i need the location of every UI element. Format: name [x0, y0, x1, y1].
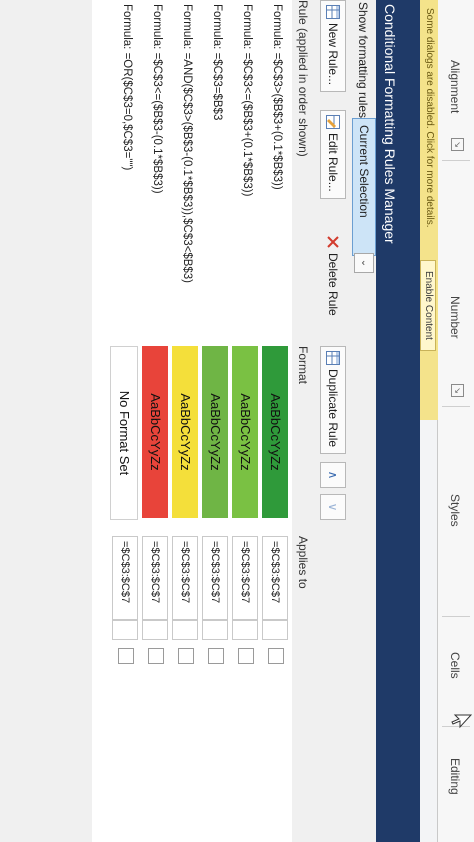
- notification-bar: Some dialogs are disabled. Click for mor…: [420, 0, 438, 420]
- range-select-icon[interactable]: [262, 620, 288, 640]
- rule-row[interactable]: Formula: =AND($C$3>($B$3-(0.1*$B$3)),$C$…: [170, 0, 200, 842]
- applies-to-field[interactable]: =$C$3:$C$7: [142, 536, 168, 620]
- mouse-pointer-icon: [451, 714, 472, 729]
- ribbon-divider: [442, 160, 470, 161]
- enable-content-button[interactable]: Enable Content: [420, 260, 436, 351]
- stop-if-true-checkbox[interactable]: [178, 648, 194, 664]
- ribbon-divider: [442, 406, 470, 407]
- dialog-body: Show formatting rules for: Current Selec…: [0, 0, 376, 842]
- range-select-icon[interactable]: [232, 620, 258, 640]
- applies-to-column-header: Applies to: [296, 536, 310, 589]
- new-rule-button[interactable]: New Rule...: [320, 0, 346, 93]
- applies-to-field[interactable]: =$C$3:$C$7: [172, 536, 198, 620]
- rule-row[interactable]: Formula: =$C$3<=($B$3+(0.1*$B$3)) AaBbCc…: [230, 0, 260, 842]
- ribbon-group-styles[interactable]: Styles: [448, 494, 462, 527]
- rule-column-header: Rule (applied in order shown): [296, 0, 310, 157]
- format-preview: AaBbCcYyZz: [142, 346, 168, 518]
- format-column-header: Format: [296, 346, 310, 385]
- stop-if-true-checkbox[interactable]: [148, 648, 164, 664]
- rules-list: Formula: =$C$3>($B$3+(0.1*$B$3)) AaBbCcY…: [92, 0, 292, 842]
- rule-formula: Formula: =$C$3=$B$3: [211, 4, 223, 121]
- rule-formula: Formula: =$C$3<=($B$3-(0.1*$B$3)): [151, 4, 163, 194]
- dialog-launcher-icon[interactable]: ↘: [451, 384, 464, 397]
- dialog-titlebar[interactable]: Conditional Formatting Rules Manager: [376, 0, 420, 842]
- delete-rule-label: Delete Rule: [326, 253, 340, 316]
- new-rule-label: New Rule...: [326, 23, 340, 86]
- ribbon-divider: [442, 616, 470, 617]
- photo-scene: Alignment ↘ Number ↘ Styles Cells Editin…: [0, 0, 474, 842]
- rule-formula: Formula: =AND($C$3>($B$3-(0.1*$B$3)),$C$…: [181, 4, 193, 284]
- rule-formula: Formula: =OR($C$3=0,$C$3=""): [121, 4, 133, 171]
- applies-to-field[interactable]: =$C$3:$C$7: [202, 536, 228, 620]
- format-preview: AaBbCcYyZz: [202, 346, 228, 518]
- ribbon-group-alignment[interactable]: Alignment: [448, 60, 462, 113]
- format-preview: AaBbCcYyZz: [172, 346, 198, 518]
- stop-if-true-checkbox[interactable]: [118, 648, 134, 664]
- format-preview: AaBbCcYyZz: [232, 346, 258, 518]
- move-up-icon[interactable]: ∧: [320, 462, 346, 488]
- range-select-icon[interactable]: [142, 620, 168, 640]
- ribbon-group-editing[interactable]: Editing: [448, 758, 462, 795]
- stop-if-true-checkbox[interactable]: [208, 648, 224, 664]
- applies-to-field[interactable]: =$C$3:$C$7: [262, 536, 288, 620]
- move-down-icon[interactable]: ∨: [320, 494, 346, 520]
- delete-rule-button[interactable]: Delete Rule: [320, 230, 346, 323]
- show-rules-select[interactable]: Current Selection: [352, 118, 376, 256]
- edit-rule-icon: [326, 115, 341, 129]
- delete-x-icon: [327, 236, 339, 248]
- notification-message[interactable]: Some dialogs are disabled. Click for mor…: [424, 8, 435, 228]
- duplicate-rule-button[interactable]: Duplicate Rule: [320, 346, 346, 455]
- range-select-icon[interactable]: [202, 620, 228, 640]
- edit-rule-label: Edit Rule...: [326, 133, 340, 192]
- rule-formula: Formula: =$C$3>($B$3+(0.1*$B$3)): [271, 4, 283, 190]
- new-rule-icon: [326, 5, 341, 19]
- rule-row[interactable]: Formula: =$C$3>($B$3+(0.1*$B$3)) AaBbCcY…: [260, 0, 290, 842]
- duplicate-rule-label: Duplicate Rule: [326, 369, 340, 448]
- ribbon-group-cells[interactable]: Cells: [448, 652, 462, 679]
- dialog-launcher-icon[interactable]: ↘: [451, 138, 464, 151]
- format-preview: AaBbCcYyZz: [262, 346, 288, 518]
- range-select-icon[interactable]: [172, 620, 198, 640]
- edit-rule-button[interactable]: Edit Rule...: [320, 110, 346, 199]
- duplicate-rule-icon: [326, 351, 341, 365]
- rule-row[interactable]: Formula: =$C$3<=($B$3-(0.1*$B$3)) AaBbCc…: [140, 0, 170, 842]
- ribbon-group-number[interactable]: Number: [448, 296, 462, 339]
- rule-row[interactable]: Formula: =$C$3=$B$3 AaBbCcYyZz =$C$3:$C$…: [200, 0, 230, 842]
- format-preview: No Format Set: [110, 346, 138, 520]
- chevron-down-icon[interactable]: ⌄: [354, 253, 374, 273]
- stop-if-true-checkbox[interactable]: [238, 648, 254, 664]
- range-select-icon[interactable]: [112, 620, 138, 640]
- applies-to-field[interactable]: =$C$3:$C$7: [232, 536, 258, 620]
- applies-to-field[interactable]: =$C$3:$C$7: [112, 536, 138, 620]
- stop-if-true-checkbox[interactable]: [268, 648, 284, 664]
- rule-formula: Formula: =$C$3<=($B$3+(0.1*$B$3)): [241, 4, 253, 197]
- dialog-title: Conditional Formatting Rules Manager: [382, 4, 398, 244]
- rule-row[interactable]: Formula: =OR($C$3=0,$C$3="") No Format S…: [110, 0, 140, 842]
